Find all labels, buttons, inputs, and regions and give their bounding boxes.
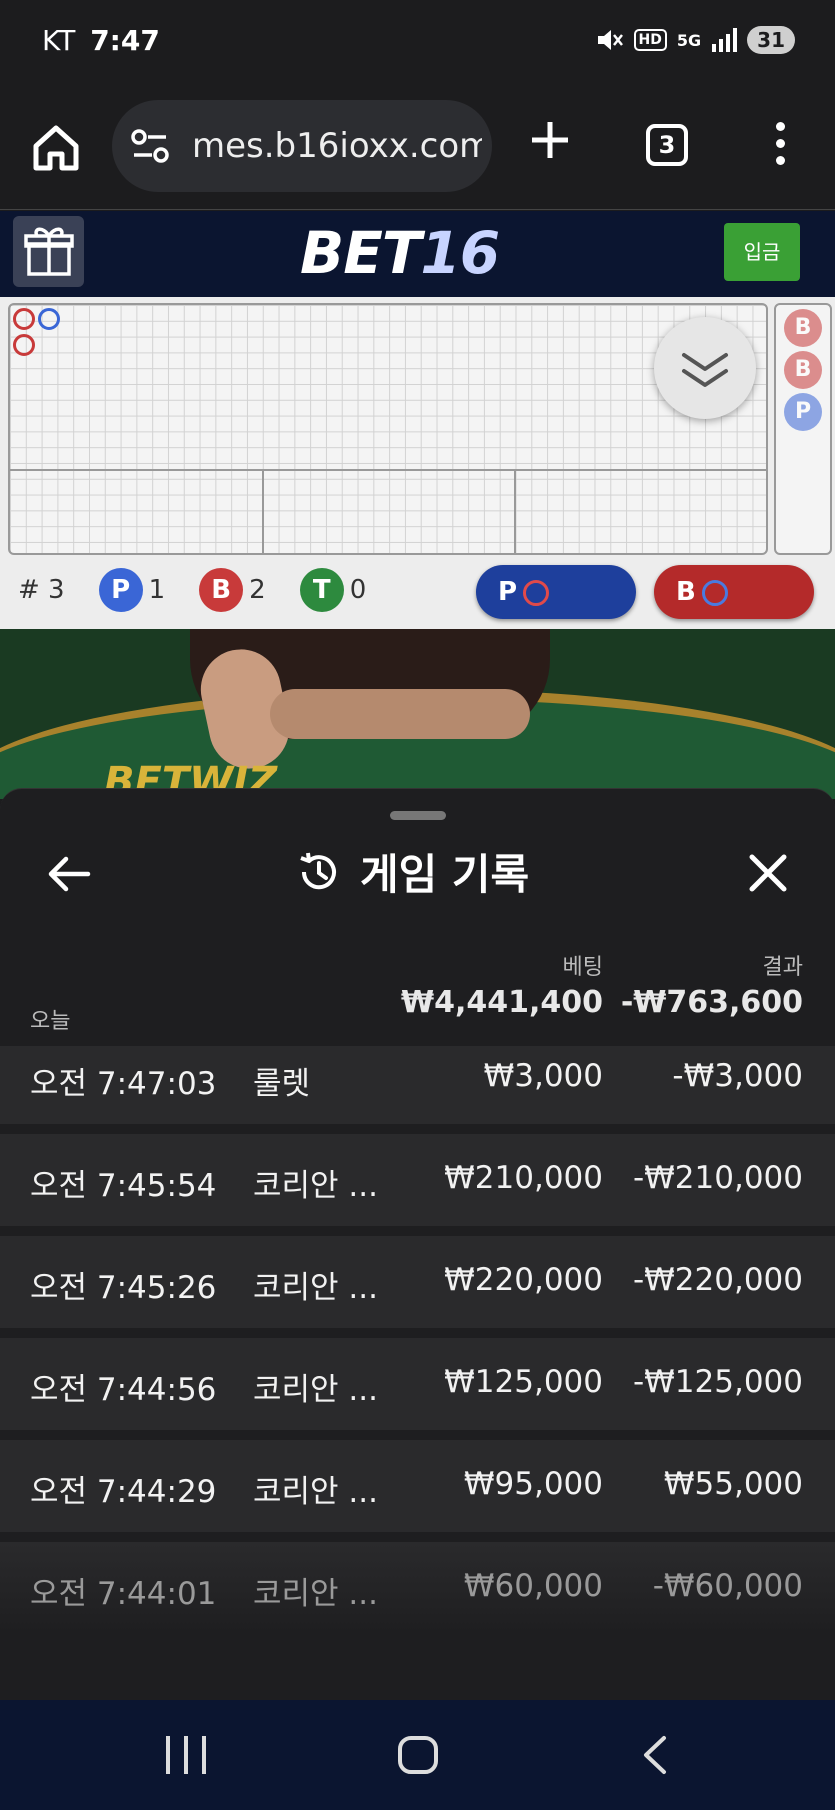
status-bar: KT 7:47 HD 5G 31 bbox=[0, 0, 835, 84]
deposit-button[interactable]: 입금 bbox=[724, 223, 800, 281]
row-result: -₩125,000 bbox=[632, 1364, 803, 1400]
back-arrow-icon[interactable] bbox=[44, 849, 94, 899]
row-result: -₩220,000 bbox=[632, 1262, 803, 1298]
system-nav-bar bbox=[0, 1700, 835, 1810]
row-result: -₩3,000 bbox=[672, 1058, 803, 1094]
row-time: 오전 7:47:03 bbox=[30, 1066, 217, 1102]
row-time: 오전 7:44:56 bbox=[30, 1372, 217, 1408]
row-result: -₩210,000 bbox=[632, 1160, 803, 1196]
sheet-title-text: 게임 기록 bbox=[360, 850, 530, 899]
gift-button[interactable] bbox=[13, 216, 84, 287]
tie-count-value: 0 bbox=[349, 575, 367, 605]
row-game: 룰렛 bbox=[253, 1066, 311, 1102]
banker-count: B 2 bbox=[199, 568, 266, 612]
row-bet: ₩125,000 bbox=[444, 1364, 603, 1400]
gift-icon bbox=[24, 227, 74, 276]
row-game: 코리안 ... bbox=[253, 1474, 378, 1510]
battery-indicator: 31 bbox=[747, 26, 795, 54]
plus-icon[interactable] bbox=[528, 118, 572, 162]
ask-banker-button[interactable]: B bbox=[654, 565, 814, 619]
more-icon[interactable] bbox=[770, 122, 790, 172]
logo-main-text: BET bbox=[300, 219, 421, 287]
logo-number-text: 16 bbox=[420, 219, 500, 287]
row-time: 오전 7:45:26 bbox=[30, 1270, 217, 1306]
today-bet-total: ₩4,441,400 bbox=[400, 985, 603, 1020]
history-row[interactable]: 오전 7:44:56 코리안 ... ₩125,000 -₩125,000 bbox=[0, 1338, 835, 1430]
row-result: ₩55,000 bbox=[663, 1466, 803, 1502]
row-game: 코리안 ... bbox=[253, 1168, 378, 1204]
road-mark-player bbox=[38, 308, 60, 330]
ask-player-label: P bbox=[498, 577, 518, 607]
bead-road-item: P bbox=[784, 393, 822, 431]
row-time: 오전 7:44:01 bbox=[30, 1576, 217, 1612]
status-right: HD 5G 31 bbox=[596, 26, 795, 54]
row-time: 오전 7:44:29 bbox=[30, 1474, 217, 1510]
row-bet: ₩60,000 bbox=[463, 1568, 603, 1604]
history-icon bbox=[300, 852, 336, 889]
clock: 7:47 bbox=[90, 24, 160, 57]
history-row[interactable]: 오전 7:45:26 코리안 ... ₩220,000 -₩220,000 bbox=[0, 1236, 835, 1328]
row-result: -₩60,000 bbox=[652, 1568, 803, 1604]
row-bet: ₩3,000 bbox=[483, 1058, 603, 1094]
bead-road: B B P bbox=[774, 303, 832, 555]
row-game: 코리안 ... bbox=[253, 1270, 378, 1306]
history-row[interactable]: 오전 7:44:01 코리안 ... ₩60,000 -₩60,000 bbox=[0, 1542, 835, 1634]
history-row[interactable]: 오전 7:47:03 룰렛 ₩3,000 -₩3,000 bbox=[0, 1046, 835, 1124]
url-text: mes.b16ioxx.com bbox=[192, 126, 482, 166]
history-row[interactable]: 오전 7:45:54 코리안 ... ₩210,000 -₩210,000 bbox=[0, 1134, 835, 1226]
row-game: 코리안 ... bbox=[253, 1372, 378, 1408]
player-count-value: 1 bbox=[148, 575, 166, 605]
sheet-title: 게임 기록 bbox=[296, 841, 529, 902]
status-left: KT 7:47 bbox=[42, 24, 160, 57]
player-count: P 1 bbox=[98, 568, 166, 612]
signal-icon bbox=[712, 28, 738, 52]
player-coin: P bbox=[98, 568, 143, 612]
ask-player-button[interactable]: P bbox=[476, 565, 636, 619]
browser-toolbar: mes.b16ioxx.com 3 bbox=[0, 84, 835, 210]
column-header-result: 결과 bbox=[762, 955, 803, 980]
network-5g-label: 5G bbox=[676, 30, 702, 50]
site-logo[interactable]: BET16 bbox=[300, 219, 500, 287]
mute-icon bbox=[597, 30, 623, 50]
row-bet: ₩210,000 bbox=[444, 1160, 603, 1196]
history-list: 오전 7:47:03 룰렛 ₩3,000 -₩3,000 오전 7:45:54 … bbox=[0, 1046, 835, 1644]
carrier-label: KT bbox=[42, 24, 76, 57]
home-icon[interactable] bbox=[30, 122, 82, 174]
nav-home-icon[interactable] bbox=[398, 1736, 438, 1774]
game-history-sheet: 게임 기록 베팅 결과 오늘 ₩4,441,400 -₩763,600 오전 7… bbox=[0, 788, 835, 1700]
collapse-scoreboard-button[interactable] bbox=[654, 317, 756, 419]
live-video[interactable]: BETWIZ bbox=[0, 629, 835, 799]
today-result-total: -₩763,600 bbox=[620, 985, 803, 1020]
chevron-double-down-icon bbox=[682, 353, 728, 387]
total-rounds: # 3 bbox=[18, 575, 65, 605]
tie-coin: T bbox=[299, 568, 344, 612]
close-icon[interactable] bbox=[744, 849, 792, 897]
today-summary: 오늘 ₩4,441,400 -₩763,600 bbox=[0, 979, 835, 1039]
hd-badge: HD bbox=[633, 29, 667, 51]
row-time: 오전 7:45:54 bbox=[30, 1168, 217, 1204]
recents-icon[interactable] bbox=[166, 1736, 206, 1774]
ask-banker-label: B bbox=[676, 577, 696, 607]
address-bar[interactable]: mes.b16ioxx.com bbox=[112, 100, 492, 192]
column-header-bet: 베팅 bbox=[562, 955, 603, 980]
row-bet: ₩220,000 bbox=[444, 1262, 603, 1298]
scoreboard: B B P # 3 P 1 B 2 T 0 P B bbox=[0, 297, 835, 629]
round-stats: # 3 P 1 B 2 T 0 bbox=[18, 565, 400, 615]
row-game: 코리안 ... bbox=[253, 1576, 378, 1612]
nav-back-icon[interactable] bbox=[636, 1734, 676, 1776]
today-label: 오늘 bbox=[30, 1009, 71, 1034]
banker-count-value: 2 bbox=[249, 575, 266, 605]
tie-count: T 0 bbox=[299, 568, 367, 612]
site-settings-icon[interactable] bbox=[130, 128, 170, 164]
tab-count-button[interactable]: 3 bbox=[646, 124, 688, 166]
road-mark-banker bbox=[13, 308, 35, 330]
sheet-drag-handle[interactable] bbox=[390, 811, 446, 820]
bead-road-item: B bbox=[784, 309, 822, 347]
bead-road-item: B bbox=[784, 351, 822, 389]
site-header: BET16 입금 bbox=[0, 211, 835, 297]
history-row[interactable]: 오전 7:44:29 코리안 ... ₩95,000 ₩55,000 bbox=[0, 1440, 835, 1532]
road-mark-banker bbox=[13, 334, 35, 356]
row-bet: ₩95,000 bbox=[463, 1466, 603, 1502]
banker-coin: B bbox=[199, 568, 244, 612]
